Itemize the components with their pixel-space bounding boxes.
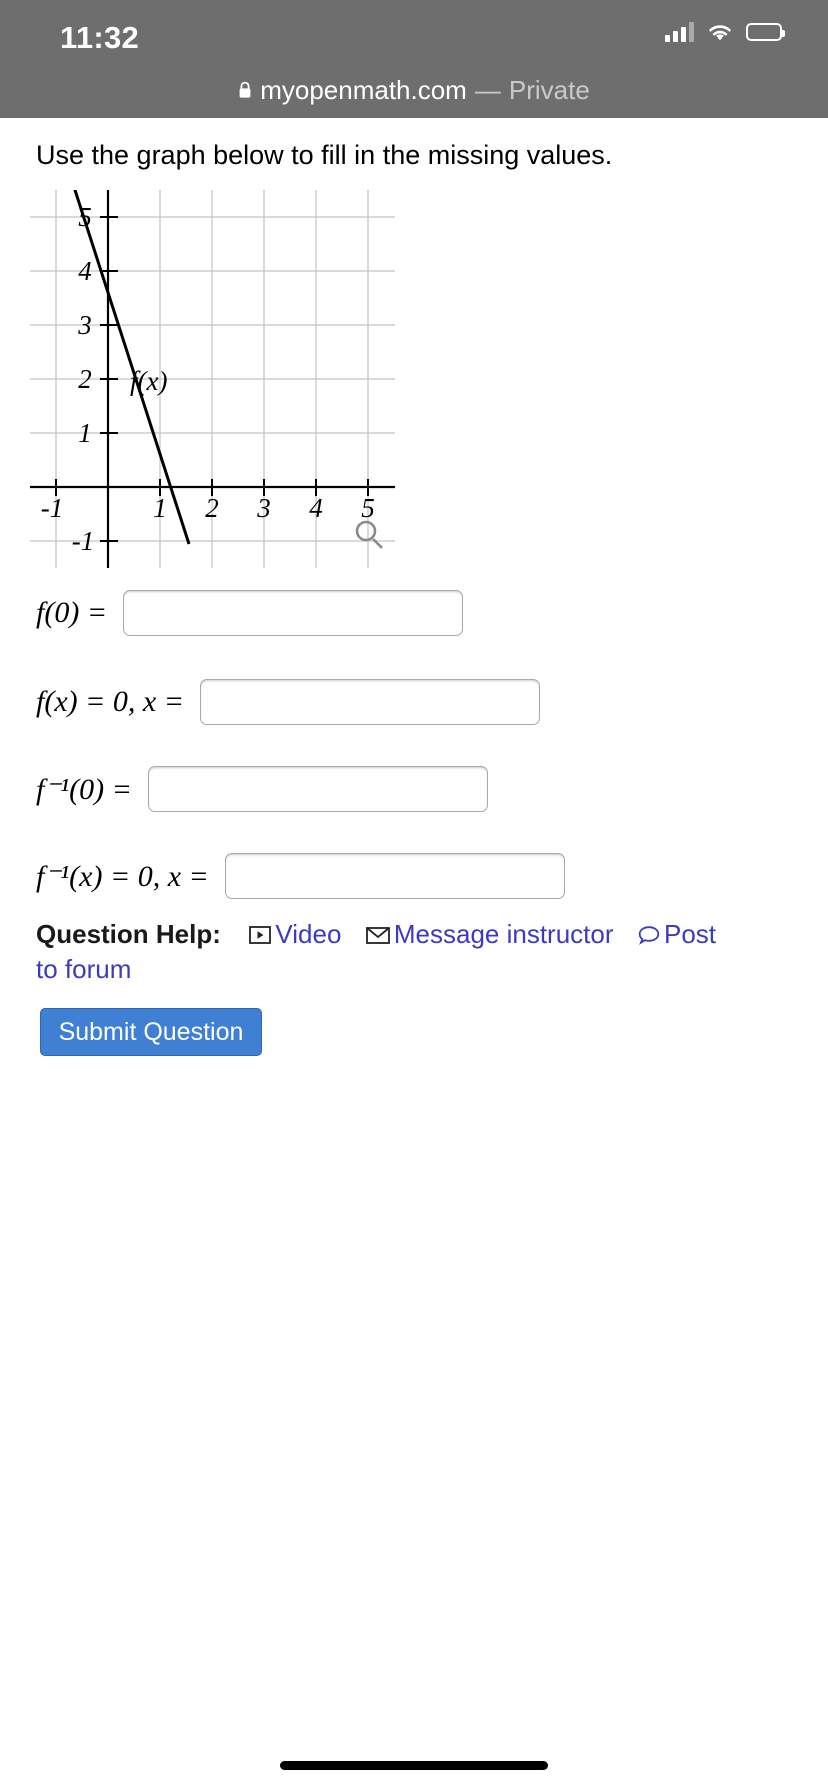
speech-bubble-icon [638, 920, 660, 953]
signal-bars-icon [665, 22, 694, 42]
question-help: Question Help: Video Message instructor … [36, 918, 736, 985]
question-prompt: Use the graph below to fill in the missi… [36, 140, 613, 170]
svg-text:3: 3 [256, 493, 271, 523]
video-play-icon [249, 920, 272, 953]
svg-text:-1: -1 [72, 526, 95, 556]
label-f-inverse-of-0: f⁻¹(0) = [36, 772, 132, 806]
status-bar-indicators [665, 22, 785, 42]
question-help-label: Question Help: [36, 919, 221, 949]
home-indicator [280, 1761, 548, 1770]
ios-status-bar: 11:32 [0, 0, 828, 62]
svg-text:2: 2 [205, 493, 219, 523]
svg-text:5: 5 [361, 493, 375, 523]
input-f-of-0[interactable] [123, 590, 464, 636]
graph-svg[interactable]: 5 4 3 2 1 -1 -1 1 2 3 4 5 f(x) [30, 190, 395, 568]
svg-text:2: 2 [78, 364, 92, 394]
label-f-inverse-of-x-equals-0: f⁻¹(x) = 0, x = [36, 859, 209, 893]
svg-text:1: 1 [153, 493, 167, 523]
answer-row-f-of-x-equals-0: f(x) = 0, x = [36, 679, 540, 725]
svg-text:4: 4 [309, 493, 323, 523]
page-content: Use the graph below to fill in the missi… [0, 118, 828, 1792]
answer-row-f-of-0: f(0) = [36, 590, 464, 636]
function-graph[interactable]: 5 4 3 2 1 -1 -1 1 2 3 4 5 f(x) [30, 190, 395, 568]
url-separator: — [474, 74, 501, 105]
svg-text:4: 4 [78, 256, 92, 286]
status-bar-time: 11:32 [60, 20, 140, 55]
wifi-icon [706, 22, 734, 42]
answer-row-f-inverse-of-x-equals-0: f⁻¹(x) = 0, x = [36, 853, 565, 899]
label-f-of-0: f(0) = [36, 596, 108, 629]
question-help-video-link[interactable]: Video [275, 919, 341, 949]
battery-icon [746, 23, 785, 41]
envelope-icon [365, 920, 390, 953]
lock-icon [238, 81, 252, 99]
question-help-message-instructor-link[interactable]: Message instructor [394, 919, 614, 949]
magnifier-cursor-icon [355, 520, 383, 549]
svg-text:3: 3 [77, 310, 92, 340]
svg-text:-1: -1 [41, 493, 64, 523]
function-label: f(x) [130, 366, 167, 396]
input-f-inverse-of-x-equals-0[interactable] [224, 853, 565, 899]
x-axis-tick-labels: -1 1 2 3 4 5 [41, 493, 375, 523]
svg-text:1: 1 [78, 418, 92, 448]
input-f-inverse-of-0[interactable] [147, 766, 488, 812]
label-f-of-x-equals-0: f(x) = 0, x = [36, 685, 184, 718]
url-domain: myopenmath.com [260, 74, 467, 105]
input-f-of-x-equals-0[interactable] [199, 679, 540, 725]
safari-url-bar[interactable]: myopenmath.com — Private [0, 62, 828, 118]
answer-row-f-inverse-of-0: f⁻¹(0) = [36, 766, 488, 812]
url-private-label: Private [508, 74, 590, 105]
browser-chrome: 11:32 myopenmath.com — Private [0, 0, 828, 118]
submit-question-button[interactable]: Submit Question [40, 1008, 262, 1056]
